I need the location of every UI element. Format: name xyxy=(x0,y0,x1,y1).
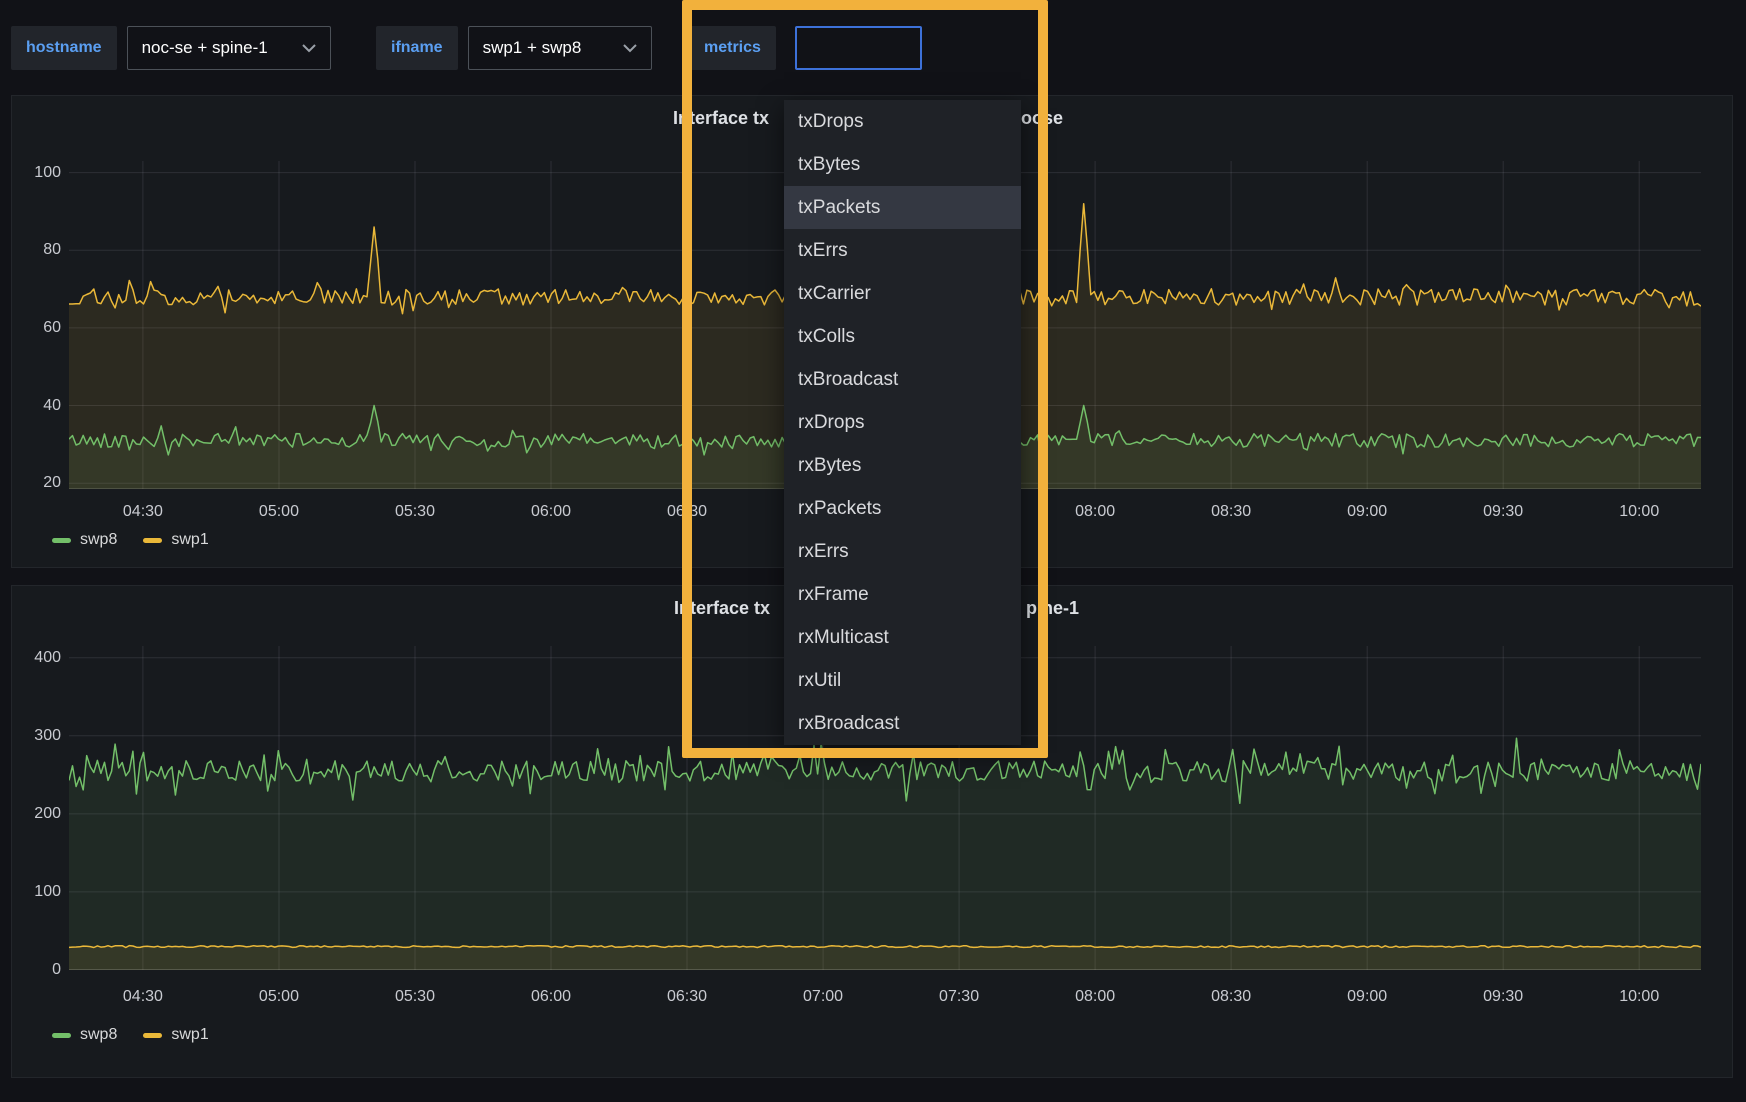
menu-item-rxMulticast[interactable]: rxMulticast xyxy=(784,616,1021,659)
x-tick-label: 07:00 xyxy=(788,988,858,1006)
ifname-filter-selected: swp1 + swp8 xyxy=(483,38,582,58)
metrics-input[interactable] xyxy=(795,26,922,70)
x-tick-label: 04:30 xyxy=(108,503,178,521)
menu-item-rxDrops[interactable]: rxDrops xyxy=(784,401,1021,444)
x-tick-label: 08:30 xyxy=(1196,988,1266,1006)
legend-swatch-icon xyxy=(143,538,162,543)
x-tick-label: 06:00 xyxy=(516,503,586,521)
y-tick-label: 80 xyxy=(12,241,61,259)
hostname-filter-selected: noc-se + spine-1 xyxy=(142,38,268,58)
legend-item-swp8[interactable]: swp8 xyxy=(52,1026,117,1044)
metrics-filter-label: metrics xyxy=(689,26,776,70)
ifname-filter-label: ifname xyxy=(376,26,458,70)
x-tick-label: 08:00 xyxy=(1060,988,1130,1006)
x-tick-label: 04:30 xyxy=(108,988,178,1006)
ifname-filter-value[interactable]: swp1 + swp8 xyxy=(468,26,652,70)
x-tick-label: 08:00 xyxy=(1060,503,1130,521)
metrics-dropdown-menu: txDropstxBytestxPacketstxErrstxCarriertx… xyxy=(784,100,1021,745)
x-tick-label: 09:30 xyxy=(1468,503,1538,521)
x-tick-label: 05:30 xyxy=(380,988,450,1006)
legend-swatch-icon xyxy=(143,1033,162,1038)
legend-item-swp1[interactable]: swp1 xyxy=(143,1026,208,1044)
panel-title-fragment-right: oose xyxy=(1021,108,1063,129)
x-tick-label: 05:00 xyxy=(244,503,314,521)
menu-item-txBroadcast[interactable]: txBroadcast xyxy=(784,358,1021,401)
legend-label: swp1 xyxy=(171,531,208,549)
hostname-filter-label: hostname xyxy=(11,26,117,70)
x-tick-label: 09:30 xyxy=(1468,988,1538,1006)
x-tick-label: 05:30 xyxy=(380,503,450,521)
x-tick-label: 07:30 xyxy=(924,988,994,1006)
menu-item-txColls[interactable]: txColls xyxy=(784,315,1021,358)
panel-title-fragment-right: pine-1 xyxy=(1026,598,1079,619)
series-fill-swp1 xyxy=(69,946,1701,970)
y-tick-label: 300 xyxy=(12,727,61,745)
chevron-down-icon xyxy=(623,44,637,53)
menu-item-rxBytes[interactable]: rxBytes xyxy=(784,444,1021,487)
menu-item-rxBroadcast[interactable]: rxBroadcast xyxy=(784,702,1021,745)
y-tick-label: 400 xyxy=(12,649,61,667)
panel-title-fragment-left: Interface tx xyxy=(673,108,769,129)
legend-label: swp8 xyxy=(80,531,117,549)
y-tick-label: 60 xyxy=(12,319,61,337)
menu-item-txPackets[interactable]: txPackets xyxy=(784,186,1021,229)
x-tick-label: 08:30 xyxy=(1196,503,1266,521)
menu-item-rxFrame[interactable]: rxFrame xyxy=(784,573,1021,616)
menu-item-txCarrier[interactable]: txCarrier xyxy=(784,272,1021,315)
x-tick-label: 09:00 xyxy=(1332,988,1402,1006)
x-tick-label: 09:00 xyxy=(1332,503,1402,521)
y-tick-label: 0 xyxy=(12,961,61,979)
legend-item-swp1[interactable]: swp1 xyxy=(143,531,208,549)
legend-label: swp8 xyxy=(80,1026,117,1044)
y-tick-label: 20 xyxy=(12,474,61,492)
panel-title-fragment-left: Interface tx xyxy=(674,598,770,619)
menu-item-rxErrs[interactable]: rxErrs xyxy=(784,530,1021,573)
x-tick-label: 10:00 xyxy=(1604,988,1674,1006)
legend-label: swp1 xyxy=(171,1026,208,1044)
menu-item-rxUtil[interactable]: rxUtil xyxy=(784,659,1021,702)
hostname-filter-value[interactable]: noc-se + spine-1 xyxy=(127,26,331,70)
menu-item-txErrs[interactable]: txErrs xyxy=(784,229,1021,272)
x-tick-label: 06:00 xyxy=(516,988,586,1006)
ifname-filter: ifname swp1 + swp8 xyxy=(376,26,652,70)
x-tick-label: 06:30 xyxy=(652,988,722,1006)
legend: swp8 swp1 xyxy=(52,531,209,549)
y-tick-label: 100 xyxy=(12,164,61,182)
y-tick-label: 100 xyxy=(12,883,61,901)
metrics-filter: metrics xyxy=(689,26,922,70)
x-tick-label: 06:30 xyxy=(652,503,722,521)
chevron-down-icon xyxy=(302,44,316,53)
x-tick-label: 10:00 xyxy=(1604,503,1674,521)
y-tick-label: 40 xyxy=(12,397,61,415)
menu-item-txBytes[interactable]: txBytes xyxy=(784,143,1021,186)
hostname-filter: hostname noc-se + spine-1 xyxy=(11,26,331,70)
x-tick-label: 05:00 xyxy=(244,988,314,1006)
y-tick-label: 200 xyxy=(12,805,61,823)
legend-swatch-icon xyxy=(52,1033,71,1038)
menu-item-rxPackets[interactable]: rxPackets xyxy=(784,487,1021,530)
legend-swatch-icon xyxy=(52,538,71,543)
menu-item-txDrops[interactable]: txDrops xyxy=(784,100,1021,143)
legend-item-swp8[interactable]: swp8 xyxy=(52,531,117,549)
legend: swp8 swp1 xyxy=(52,1026,209,1044)
